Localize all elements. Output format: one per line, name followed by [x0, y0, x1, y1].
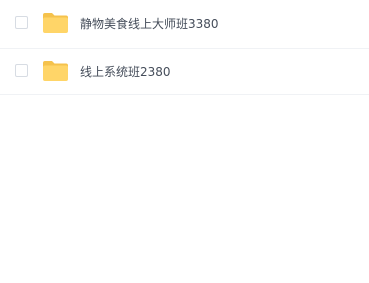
file-row[interactable]: 静物美食线上大师班3380	[0, 0, 369, 49]
file-name[interactable]: 静物美食线上大师班3380	[80, 15, 219, 33]
folder-icon	[43, 60, 68, 81]
file-list: 静物美食线上大师班3380 线上系统班2380	[0, 0, 369, 95]
folder-icon	[43, 13, 68, 33]
row-checkbox[interactable]	[15, 63, 28, 77]
file-name[interactable]: 线上系统班2380	[80, 63, 171, 81]
row-checkbox[interactable]	[15, 16, 28, 29]
file-row[interactable]: 线上系统班2380	[0, 49, 369, 95]
